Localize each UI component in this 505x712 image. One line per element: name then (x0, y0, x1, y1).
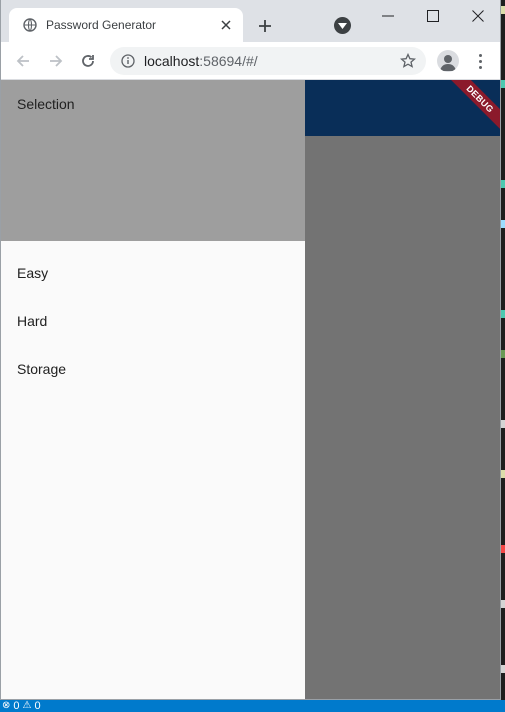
warning-count[interactable]: 0 (34, 700, 40, 712)
minimize-icon[interactable] (376, 4, 400, 28)
window-close-icon[interactable] (466, 4, 490, 28)
bookmark-star-icon[interactable] (396, 49, 420, 73)
drawer-header: Selection (1, 80, 305, 241)
page-viewport: DEBUG Selection Easy Hard Storage (1, 80, 500, 699)
reload-icon[interactable] (76, 49, 100, 73)
navigation-drawer: Selection Easy Hard Storage (1, 80, 305, 699)
drawer-item-storage[interactable]: Storage (1, 345, 305, 393)
forward-arrow-icon[interactable] (44, 49, 68, 73)
url-text: localhost:58694/#/ (144, 53, 396, 69)
browser-window: Password Generator localhost:58694/#/ DE… (0, 0, 501, 700)
globe-icon (22, 17, 38, 33)
drawer-header-title: Selection (17, 96, 75, 112)
tab-strip: Password Generator (1, 0, 500, 42)
drawer-item-easy[interactable]: Easy (1, 249, 305, 297)
warning-icon: ⚠ (22, 700, 32, 711)
url-path: :58694/#/ (199, 53, 258, 69)
browser-tab[interactable]: Password Generator (9, 8, 243, 42)
info-icon[interactable] (120, 53, 136, 69)
address-bar[interactable]: localhost:58694/#/ (110, 47, 426, 75)
new-tab-button[interactable] (253, 14, 277, 38)
maximize-icon[interactable] (421, 4, 445, 28)
error-count[interactable]: 0 (13, 700, 19, 712)
tab-title: Password Generator (46, 18, 157, 32)
status-bar: ⊗ 0 ⚠ 0 (0, 700, 505, 712)
error-icon: ⊗ (2, 700, 11, 711)
drawer-item-hard[interactable]: Hard (1, 297, 305, 345)
url-host: localhost (144, 53, 200, 69)
profile-avatar-icon[interactable] (437, 50, 459, 72)
tab-search-icon[interactable] (334, 17, 351, 34)
browser-menu-icon[interactable] (469, 50, 491, 72)
back-arrow-icon[interactable] (11, 49, 35, 73)
drawer-list: Easy Hard Storage (1, 241, 305, 393)
browser-toolbar: localhost:58694/#/ (1, 42, 500, 80)
tab-close-icon[interactable] (215, 14, 237, 36)
